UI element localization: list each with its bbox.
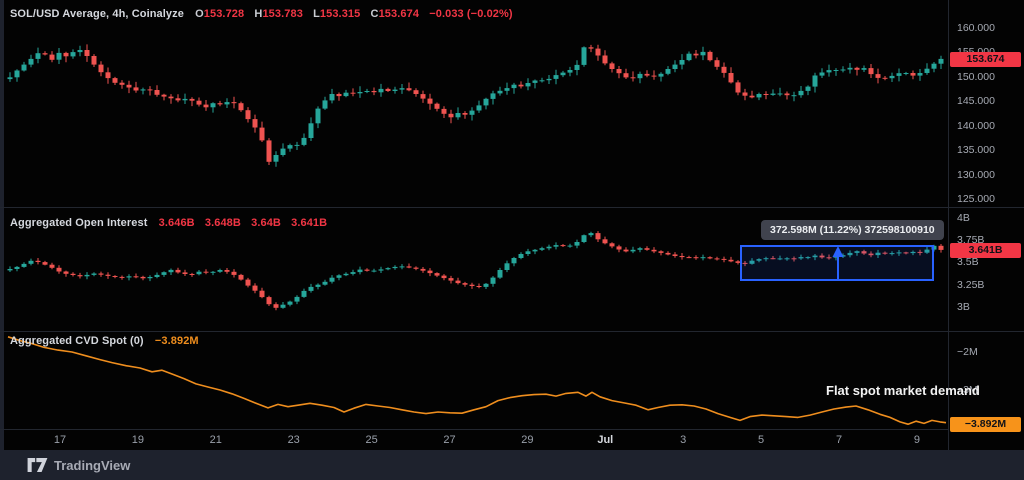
symbol-title: SOL/USD Average, 4h, Coinalyze: [10, 8, 184, 20]
price-panel-legend[interactable]: SOL/USD Average, 4h, Coinalyze O153.728 …: [10, 8, 520, 20]
chart-window: SOL/USD Average, 4h, Coinalyze O153.728 …: [0, 0, 1024, 480]
time-axis-label: 17: [54, 434, 66, 446]
time-axis[interactable]: 17 19 21 23 25 27 29 Jul 3 5 7 9: [0, 430, 948, 450]
bottom-bar: TradingView: [0, 450, 1024, 480]
time-axis-label: Jul: [597, 434, 613, 446]
price-axis-tick: 140.000: [957, 120, 995, 132]
time-axis-label: 21: [210, 434, 222, 446]
tradingview-logo-icon: [27, 457, 48, 473]
time-axis-label: 19: [132, 434, 144, 446]
cvd-legend[interactable]: Aggregated CVD Spot (0) −3.892M: [10, 335, 199, 347]
ohlc-high: 153.783: [262, 8, 302, 20]
time-axis-label: 7: [836, 434, 842, 446]
price-change: −0.033 (−0.02%): [429, 8, 512, 20]
cvd-badge: −3.892M: [950, 417, 1021, 432]
cvd-annotation-text: Flat spot market demand: [826, 383, 980, 398]
oi-axis-tick: 3.25B: [957, 279, 984, 291]
price-axis-tick: 145.000: [957, 95, 995, 107]
oi-axis-tick: 3.5B: [957, 256, 979, 268]
tradingview-link[interactable]: TradingView: [27, 457, 130, 473]
oi-axis-tick: 3B: [957, 301, 970, 313]
cvd-value: −3.892M: [155, 335, 199, 347]
ohlc-open: 153.728: [204, 8, 244, 20]
time-axis-label: 3: [680, 434, 686, 446]
oi-axis-tick: 4B: [957, 212, 970, 224]
brand-label: TradingView: [54, 458, 130, 473]
price-axis-tick: 135.000: [957, 144, 995, 156]
ohlc-low: 153.315: [320, 8, 360, 20]
price-axis-tick: 160.000: [957, 22, 995, 34]
time-axis-label: 25: [365, 434, 377, 446]
measure-tooltip: 372.598M (11.22%) 372598100910: [761, 220, 944, 240]
price-axis-tick: 125.000: [957, 193, 995, 205]
indicator-title-cvd: Aggregated CVD Spot (0): [10, 335, 144, 347]
indicator-title-oi: Aggregated Open Interest: [10, 217, 147, 229]
time-axis-label: 23: [288, 434, 300, 446]
time-axis-label: 27: [443, 434, 455, 446]
time-axis-label: 29: [521, 434, 533, 446]
ohlc-close: 153.674: [379, 8, 419, 20]
open-interest-legend[interactable]: Aggregated Open Interest 3.646B 3.648B 3…: [10, 217, 334, 229]
price-axis-tick: 150.000: [957, 71, 995, 83]
time-axis-label: 9: [914, 434, 920, 446]
open-interest-badge: 3.641B: [950, 243, 1021, 258]
time-axis-label: 5: [758, 434, 764, 446]
price-axis-tick: 130.000: [957, 169, 995, 181]
cvd-axis-tick: −2M: [957, 346, 978, 358]
last-price-badge: 153.674: [950, 52, 1021, 67]
